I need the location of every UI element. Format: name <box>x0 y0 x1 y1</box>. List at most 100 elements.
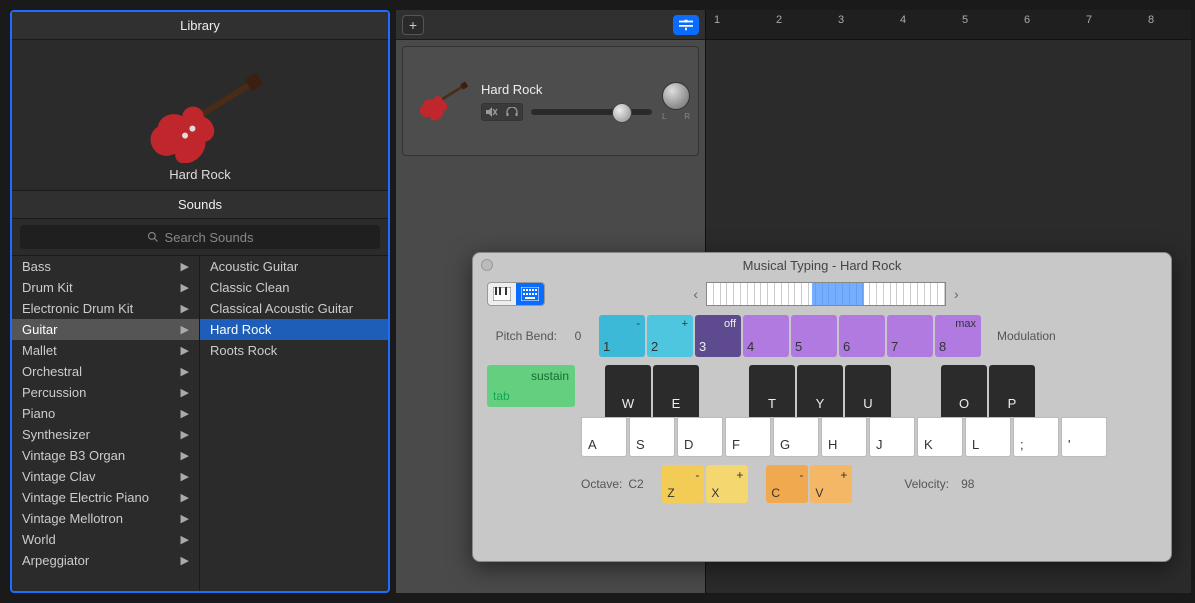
black-key-T[interactable]: T <box>749 365 795 417</box>
keyboard-icon <box>521 287 539 301</box>
velocity-value: 98 <box>961 477 974 491</box>
chevron-right-icon: ▶ <box>181 407 189 420</box>
sub-item[interactable]: Hard Rock <box>200 319 388 340</box>
octave-value: C2 <box>628 477 656 491</box>
category-item[interactable]: World▶ <box>12 529 199 550</box>
mini-keyboard[interactable] <box>706 282 946 306</box>
category-item[interactable]: Mallet▶ <box>12 340 199 361</box>
velocity-key-C[interactable]: -C <box>766 465 808 503</box>
category-item[interactable]: Vintage Electric Piano▶ <box>12 487 199 508</box>
white-key-G[interactable]: G <box>773 417 819 457</box>
octave-left-arrow[interactable]: ‹ <box>693 286 698 302</box>
category-item[interactable]: Orchestral▶ <box>12 361 199 382</box>
sustain-key[interactable]: sustain tab <box>487 365 575 407</box>
category-item[interactable]: Bass▶ <box>12 256 199 277</box>
guitar-icon <box>130 73 270 163</box>
chevron-right-icon: ▶ <box>181 302 189 315</box>
mod-key-5[interactable]: 5 <box>791 315 837 357</box>
category-item[interactable]: Percussion▶ <box>12 382 199 403</box>
white-key-K[interactable]: K <box>917 417 963 457</box>
track-toolbar: + <box>396 10 705 40</box>
subcategory-list[interactable]: Acoustic GuitarClassic CleanClassical Ac… <box>200 256 388 591</box>
pan-knob[interactable] <box>662 82 690 110</box>
search-input[interactable]: Search Sounds <box>20 225 380 249</box>
octave-key-X[interactable]: +X <box>706 465 748 503</box>
solo-button[interactable] <box>502 104 522 120</box>
ruler-tick: 8 <box>1148 14 1154 26</box>
mod-key-2[interactable]: +2 <box>647 315 693 357</box>
category-item[interactable]: Arpeggiator▶ <box>12 550 199 571</box>
black-key-E[interactable]: E <box>653 365 699 417</box>
category-item[interactable]: Drum Kit▶ <box>12 277 199 298</box>
chevron-right-icon: ▶ <box>181 470 189 483</box>
category-item[interactable]: Vintage Clav▶ <box>12 466 199 487</box>
sub-item[interactable]: Roots Rock <box>200 340 388 361</box>
chevron-right-icon: ▶ <box>181 512 189 525</box>
sub-item[interactable]: Classical Acoustic Guitar <box>200 298 388 319</box>
search-placeholder: Search Sounds <box>165 230 254 245</box>
black-key-O[interactable]: O <box>941 365 987 417</box>
chevron-right-icon: ▶ <box>181 533 189 546</box>
add-track-button[interactable]: + <box>402 15 424 35</box>
search-icon <box>147 231 159 243</box>
mute-solo-group <box>481 103 523 121</box>
ruler-tick: 4 <box>900 14 906 26</box>
mod-key-3[interactable]: off3 <box>695 315 741 357</box>
modulation-label: Modulation <box>997 329 1056 343</box>
category-item[interactable]: Vintage B3 Organ▶ <box>12 445 199 466</box>
chevron-right-icon: ▶ <box>181 491 189 504</box>
category-item[interactable]: Electronic Drum Kit▶ <box>12 298 199 319</box>
octave-key-Z[interactable]: -Z <box>662 465 704 503</box>
mod-key-7[interactable]: 7 <box>887 315 933 357</box>
white-key-A[interactable]: A <box>581 417 627 457</box>
white-key-'[interactable]: ' <box>1061 417 1107 457</box>
mod-key-4[interactable]: 4 <box>743 315 789 357</box>
sub-item[interactable]: Acoustic Guitar <box>200 256 388 277</box>
black-key-U[interactable]: U <box>845 365 891 417</box>
track-filter-button[interactable] <box>673 15 699 35</box>
filter-icon <box>679 19 693 31</box>
white-key-L[interactable]: L <box>965 417 1011 457</box>
mode-toggle[interactable] <box>487 282 545 306</box>
piano-mode-button[interactable] <box>488 283 516 305</box>
chevron-right-icon: ▶ <box>181 365 189 378</box>
black-key-P[interactable]: P <box>989 365 1035 417</box>
close-button[interactable] <box>481 259 493 271</box>
window-titlebar[interactable]: Musical Typing - Hard Rock <box>473 253 1171 277</box>
white-key-H[interactable]: H <box>821 417 867 457</box>
mini-keyboard-range[interactable] <box>812 283 864 305</box>
mod-key-6[interactable]: 6 <box>839 315 885 357</box>
pitch-bend-label: Pitch Bend: <box>487 329 557 343</box>
chevron-right-icon: ▶ <box>181 281 189 294</box>
chevron-right-icon: ▶ <box>181 260 189 273</box>
black-key-Y[interactable]: Y <box>797 365 843 417</box>
track-row[interactable]: Hard Rock L R <box>402 46 699 156</box>
chevron-right-icon: ▶ <box>181 344 189 357</box>
ruler-tick: 6 <box>1024 14 1030 26</box>
library-panel: Library Hard Rock Sounds Search Sounds B… <box>10 10 390 593</box>
category-list[interactable]: Bass▶Drum Kit▶Electronic Drum Kit▶Guitar… <box>12 256 200 591</box>
category-item[interactable]: Synthesizer▶ <box>12 424 199 445</box>
black-key-W[interactable]: W <box>605 365 651 417</box>
chevron-right-icon: ▶ <box>181 449 189 462</box>
white-key-D[interactable]: D <box>677 417 723 457</box>
mod-key-1[interactable]: -1 <box>599 315 645 357</box>
white-key-J[interactable]: J <box>869 417 915 457</box>
white-key-S[interactable]: S <box>629 417 675 457</box>
velocity-key-V[interactable]: +V <box>810 465 852 503</box>
octave-right-arrow[interactable]: › <box>954 286 959 302</box>
category-item[interactable]: Vintage Mellotron▶ <box>12 508 199 529</box>
sub-item[interactable]: Classic Clean <box>200 277 388 298</box>
ruler-tick: 5 <box>962 14 968 26</box>
ruler-tick: 2 <box>776 14 782 26</box>
keyboard-mode-button[interactable] <box>516 283 544 305</box>
category-item[interactable]: Guitar▶ <box>12 319 199 340</box>
category-item[interactable]: Piano▶ <box>12 403 199 424</box>
mute-button[interactable] <box>482 104 502 120</box>
timeline-ruler[interactable]: 12345678 <box>706 10 1191 40</box>
chevron-right-icon: ▶ <box>181 386 189 399</box>
white-key-;[interactable]: ; <box>1013 417 1059 457</box>
volume-slider[interactable] <box>531 109 652 115</box>
white-key-F[interactable]: F <box>725 417 771 457</box>
mod-key-8[interactable]: max8 <box>935 315 981 357</box>
